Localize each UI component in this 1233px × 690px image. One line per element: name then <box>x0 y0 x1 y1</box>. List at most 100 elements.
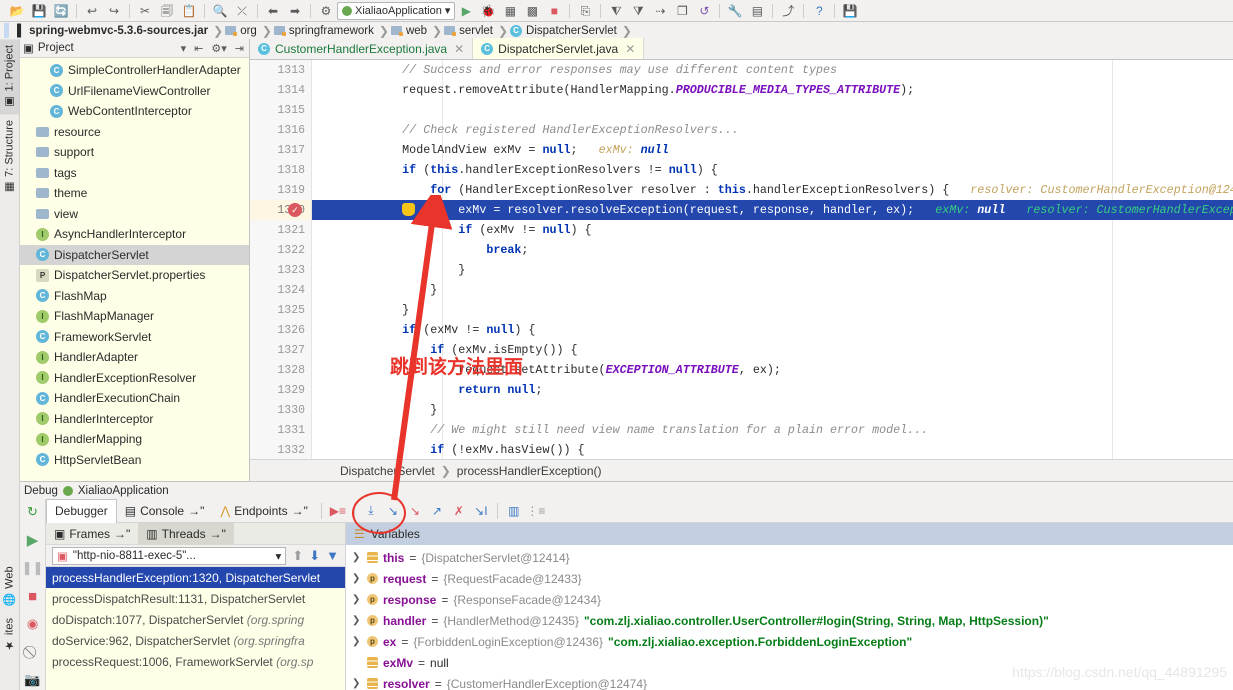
variable-row[interactable]: ❯ p handler = {HandlerMethod@12435} "com.zlj.… <box>346 610 1233 631</box>
code-line[interactable]: } <box>312 260 1233 280</box>
frames-list[interactable]: processHandlerException:1320, Dispatcher… <box>46 567 345 690</box>
close-icon[interactable]: ✕ <box>625 42 635 56</box>
tree-item[interactable]: I HandlerInterceptor <box>20 409 249 430</box>
code-line[interactable]: request.removeAttribute(HandlerMapping.P… <box>312 80 1233 100</box>
gutter-line-number[interactable]: 1331 <box>250 420 311 440</box>
breadcrumb-jar[interactable]: ▌ spring-webmvc-5.3.6-sources.jar <box>15 25 213 37</box>
gutter-line-number[interactable]: 1313 <box>250 60 311 80</box>
expand-chevron-icon[interactable]: ❯ <box>352 552 362 563</box>
gutter-line-number[interactable]: 1319 <box>250 180 311 200</box>
variable-row[interactable]: ❯ p ex = {ForbiddenLoginException@12436} "com… <box>346 631 1233 652</box>
code-line[interactable]: // Success and error responses may use d… <box>312 60 1233 80</box>
filter-icon[interactable]: ⧨ <box>605 1 627 21</box>
close-icon[interactable]: ✕ <box>454 42 464 56</box>
gutter-line-number[interactable]: 1327 <box>250 340 311 360</box>
tree-item[interactable]: P DispatcherServlet.properties <box>20 265 249 286</box>
tree-item[interactable]: theme <box>20 183 249 204</box>
code-line[interactable]: // We might still need view name transla… <box>312 420 1233 440</box>
breadcrumb-class-label[interactable]: DispatcherServlet <box>340 464 435 478</box>
sidebar-item-project[interactable]: ▣ 1: Project <box>0 39 19 115</box>
code-line[interactable]: if (exMv != null) { <box>312 220 1233 240</box>
filter-icon[interactable]: ▼ <box>326 548 339 563</box>
pause-icon[interactable]: ❚❚ <box>22 558 44 578</box>
gutter-line-number[interactable]: 1325 <box>250 300 311 320</box>
gutter-line-number[interactable]: 1332 <box>250 440 311 460</box>
step-into-icon[interactable]: ↘ <box>382 501 404 521</box>
code-line[interactable]: return null; <box>312 380 1233 400</box>
jump-icon[interactable]: ⇢ <box>649 1 671 21</box>
deploy-icon[interactable]: ⤴ <box>777 1 799 21</box>
code-line[interactable]: break; <box>312 240 1233 260</box>
tree-item[interactable]: C UrlFilenameViewController <box>20 81 249 102</box>
help-icon[interactable]: ? <box>808 1 830 21</box>
settings-icon[interactable]: ⋮≡ <box>525 501 547 521</box>
detach-icon[interactable]: →" <box>292 504 308 518</box>
stop-icon[interactable]: ■ <box>543 1 565 21</box>
expand-chevron-icon[interactable]: ❯ <box>352 678 362 689</box>
sidebar-item-favorites[interactable]: ★ ites <box>0 612 19 658</box>
chevron-down-icon[interactable]: ▾ <box>179 42 189 55</box>
open-folder-icon[interactable]: 📂 <box>6 1 28 21</box>
rollback-icon[interactable]: ↺ <box>693 1 715 21</box>
code-line[interactable]: exMv = resolver.resolveException(request… <box>312 200 1233 220</box>
code-line[interactable]: // Check registered HandlerExceptionReso… <box>312 120 1233 140</box>
tree-item[interactable]: I HandlerExceptionResolver <box>20 368 249 389</box>
paste-icon[interactable]: 📋 <box>178 1 200 21</box>
forward-icon[interactable]: ➡ <box>284 1 306 21</box>
tree-item[interactable]: view <box>20 204 249 225</box>
variable-row[interactable]: ❯ resolver = {CustomerHandlerException@1247… <box>346 673 1233 690</box>
editor-gutter[interactable]: 13131314131513161317131813191320✓1321132… <box>250 60 312 490</box>
detach-icon[interactable]: →" <box>188 504 204 518</box>
stop-icon[interactable]: ■ <box>23 586 43 606</box>
run-icon[interactable]: ▶ <box>455 1 477 21</box>
tab-debugger[interactable]: Debugger <box>46 499 117 523</box>
show-execution-point-icon[interactable]: ▶≡ <box>327 501 349 521</box>
tab-frames[interactable]: ▣ Frames →" <box>46 523 138 545</box>
debug-icon[interactable]: 🐞 <box>477 1 499 21</box>
breadcrumb-method-label[interactable]: processHandlerException() <box>457 464 602 478</box>
save2-icon[interactable]: 💾 <box>839 1 861 21</box>
variable-row[interactable]: ❯ p response = {ResponseFacade@12434} <box>346 589 1233 610</box>
gutter-line-number[interactable]: 1322 <box>250 240 311 260</box>
tree-item[interactable]: I FlashMapManager <box>20 306 249 327</box>
code-line[interactable]: for (HandlerExceptionResolver resolver :… <box>312 180 1233 200</box>
coverage-icon[interactable]: ▦ <box>499 1 521 21</box>
breadcrumb-servlet[interactable]: servlet <box>442 25 498 37</box>
up-icon[interactable]: ⬆ <box>292 548 303 564</box>
gutter-line-number[interactable]: 1317 <box>250 140 311 160</box>
drop-frame-icon[interactable]: ✗ <box>448 501 470 521</box>
tab-endpoints[interactable]: ⋀ Endpoints →" <box>212 499 315 523</box>
code-line[interactable]: if (exMv != null) { <box>312 320 1233 340</box>
variable-row[interactable]: exMv = null <box>346 652 1233 673</box>
code-line[interactable]: } <box>312 300 1233 320</box>
collapse-icon[interactable]: ⇤ <box>192 42 205 55</box>
sync-icon[interactable]: 🔄 <box>50 1 72 21</box>
expand-chevron-icon[interactable]: ❯ <box>352 573 362 584</box>
editor-code[interactable]: // Success and error responses may use d… <box>312 60 1233 490</box>
variables-list[interactable]: ❯ this = {DispatcherServlet@12414} ❯ p request… <box>346 545 1233 690</box>
tree-item[interactable]: C SimpleControllerHandlerAdapter <box>20 60 249 81</box>
tree-item[interactable]: I HandlerMapping <box>20 429 249 450</box>
tree-item[interactable]: C FlashMap <box>20 286 249 307</box>
locate-icon[interactable]: ⇥ <box>233 42 246 55</box>
code-line[interactable]: } <box>312 280 1233 300</box>
code-line[interactable]: if (!exMv.hasView()) { <box>312 440 1233 460</box>
code-line[interactable] <box>312 100 1233 120</box>
compile-icon[interactable]: ⚙ <box>315 1 337 21</box>
camera-icon[interactable]: 📷 <box>23 670 43 690</box>
code-area[interactable]: 13131314131513161317131813191320✓1321132… <box>250 60 1233 490</box>
tree-item[interactable]: C HandlerExecutionChain <box>20 388 249 409</box>
find-icon[interactable]: 🔍 <box>209 1 231 21</box>
down-icon[interactable]: ⬇ <box>309 548 320 564</box>
expand-chevron-icon[interactable]: ❯ <box>352 615 362 626</box>
redo-icon[interactable]: ↪ <box>103 1 125 21</box>
cut-icon[interactable]: ✂ <box>134 1 156 21</box>
gutter-line-number[interactable]: 1326 <box>250 320 311 340</box>
code-line[interactable]: ModelAndView exMv = null; exMv: null <box>312 140 1233 160</box>
tree-item[interactable]: I AsyncHandlerInterceptor <box>20 224 249 245</box>
frame-item[interactable]: doService:962, DispatcherServlet (org.sp… <box>46 630 345 651</box>
tab-dispatcherservlet[interactable]: C DispatcherServlet.java ✕ <box>473 38 645 59</box>
tree-item[interactable]: I HandlerAdapter <box>20 347 249 368</box>
attach-icon[interactable]: ⎘ <box>574 1 596 21</box>
breadcrumb-org[interactable]: org <box>223 25 262 37</box>
